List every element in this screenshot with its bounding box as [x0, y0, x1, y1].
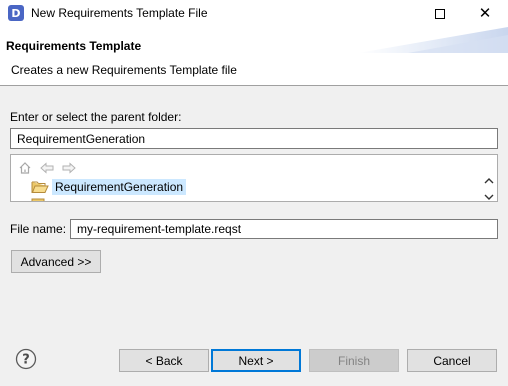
maximize-icon	[435, 8, 445, 19]
back-button[interactable]: < Back	[119, 349, 209, 372]
wizard-description: Creates a new Requirements Template file	[11, 63, 237, 77]
close-button[interactable]: ✕	[462, 0, 508, 27]
advanced-button[interactable]: Advanced >>	[11, 250, 101, 273]
app-icon: D	[8, 5, 24, 21]
open-folder-icon	[31, 181, 49, 193]
title-bar: D New Requirements Template File ✕	[0, 0, 508, 27]
tree-item[interactable]: RequirementGeneration	[31, 179, 187, 195]
svg-text:?: ?	[22, 353, 30, 368]
back-arrow-icon[interactable]	[38, 159, 56, 177]
close-icon: ✕	[478, 4, 492, 22]
window-title: New Requirements Template File	[31, 6, 208, 20]
wizard-banner: Requirements Template Creates a new Requ…	[0, 27, 508, 85]
finish-button[interactable]: Finish	[309, 349, 399, 372]
parent-folder-value: RequirementGeneration	[17, 131, 146, 146]
file-name-input[interactable]: my-requirement-template.reqst	[70, 219, 498, 239]
file-name-label: File name:	[10, 222, 67, 236]
cancel-button[interactable]: Cancel	[407, 349, 497, 372]
tree-item[interactable]	[31, 197, 49, 201]
scroll-up-icon[interactable]	[484, 177, 494, 184]
forward-arrow-icon[interactable]	[60, 159, 78, 177]
help-icon[interactable]: ?	[15, 348, 37, 370]
parent-folder-label: Enter or select the parent folder:	[10, 110, 182, 124]
folder-icon	[31, 198, 45, 201]
parent-folder-input[interactable]: RequirementGeneration	[10, 128, 498, 149]
folder-tree[interactable]: RequirementGeneration	[10, 154, 498, 202]
banner-decoration	[358, 27, 508, 53]
tree-item-label: RequirementGeneration	[52, 179, 187, 195]
scroll-down-icon[interactable]	[484, 194, 494, 201]
home-icon[interactable]	[16, 159, 34, 177]
wizard-title: Requirements Template	[6, 39, 142, 53]
banner-separator	[0, 85, 508, 86]
file-name-value: my-requirement-template.reqst	[77, 222, 242, 236]
tree-toolbar	[16, 159, 78, 177]
next-button[interactable]: Next >	[211, 349, 301, 372]
tree-scrollbar[interactable]	[483, 177, 495, 201]
maximize-button[interactable]	[417, 0, 463, 27]
app-icon-letter: D	[11, 6, 21, 20]
